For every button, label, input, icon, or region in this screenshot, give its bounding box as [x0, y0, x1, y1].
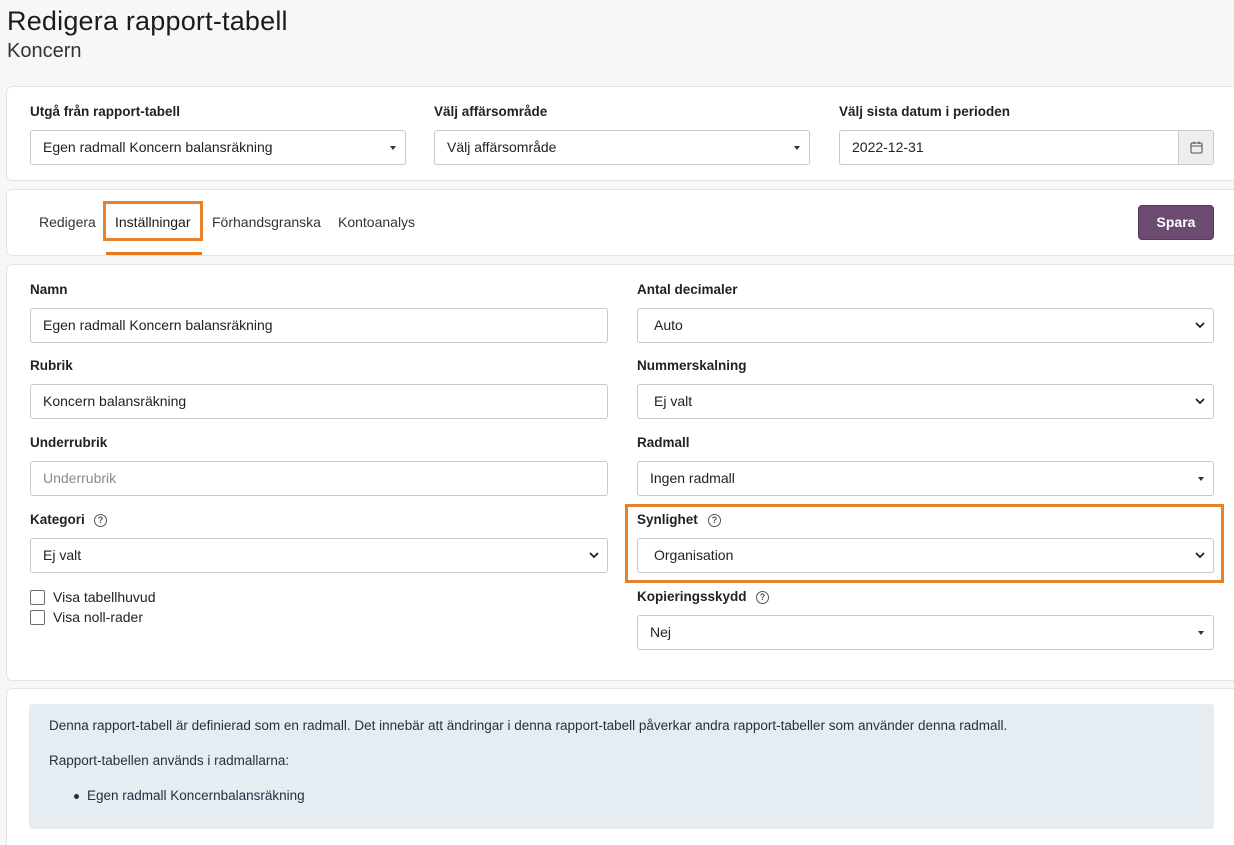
rubrik-label: Rubrik — [30, 358, 73, 373]
underrubrik-placeholder: Underrubrik — [43, 470, 117, 486]
info-line-2: Rapport-tabellen används i radmallarna: — [49, 753, 290, 768]
active-tab-indicator — [106, 252, 202, 255]
tab-kontoanalys[interactable]: Kontoanalys — [338, 214, 415, 230]
radmall-label: Radmall — [637, 435, 690, 450]
kopieringsskydd-value: Nej — [650, 624, 672, 640]
help-icon[interactable]: ? — [756, 591, 769, 604]
name-input[interactable]: Egen radmall Koncern balansräkning — [30, 308, 608, 343]
caret-down-icon — [1198, 477, 1204, 481]
tab-redigera[interactable]: Redigera — [39, 214, 96, 230]
page-title: Redigera rapport-tabell — [7, 6, 288, 36]
kategori-label: Kategori — [30, 512, 85, 527]
source-table-label: Utgå från rapport-tabell — [30, 104, 181, 119]
list-bullet — [74, 794, 79, 799]
visa-noll-rader-label: Visa noll-rader — [53, 609, 144, 625]
kategori-value: Ej valt — [43, 547, 82, 563]
kopieringsskydd-label: Kopieringsskydd — [637, 589, 747, 604]
name-label: Namn — [30, 282, 68, 297]
business-area-value: Välj affärsområde — [447, 139, 557, 155]
highlight-box-synlighet — [625, 504, 1224, 583]
nummerskalning-select[interactable]: Ej valt — [637, 384, 1214, 419]
calendar-button[interactable] — [1178, 131, 1213, 164]
decimaler-value: Auto — [654, 317, 683, 333]
business-area-label: Välj affärsområde — [434, 104, 548, 119]
rubrik-value: Koncern balansräkning — [43, 393, 187, 409]
info-line-1: Denna rapport-tabell är definierad som e… — [49, 718, 1008, 733]
underrubrik-label: Underrubrik — [30, 435, 108, 450]
source-table-select[interactable]: Egen radmall Koncern balansräkning — [30, 130, 406, 165]
caret-down-icon — [390, 146, 396, 150]
tab-forhandsgranska[interactable]: Förhandsgranska — [212, 214, 321, 230]
highlight-box-tab — [103, 201, 203, 241]
visa-tabellhuvud-checkbox[interactable] — [30, 590, 45, 605]
visa-noll-rader-checkbox[interactable] — [30, 610, 45, 625]
help-icon[interactable]: ? — [94, 514, 107, 527]
visa-tabellhuvud-label: Visa tabellhuvud — [53, 589, 156, 605]
caret-down-icon — [1198, 631, 1204, 635]
caret-down-icon — [794, 146, 800, 150]
business-area-select[interactable]: Välj affärsområde — [434, 130, 810, 165]
calendar-icon — [1190, 141, 1203, 154]
period-end-date-input[interactable]: 2022-12-31 — [839, 130, 1214, 165]
period-end-date-label: Välj sista datum i perioden — [839, 104, 1011, 119]
nummerskalning-label: Nummerskalning — [637, 358, 747, 373]
radmall-value: Ingen radmall — [650, 470, 735, 486]
nummerskalning-value: Ej valt — [654, 393, 693, 409]
rubrik-input[interactable]: Koncern balansräkning — [30, 384, 608, 419]
name-value: Egen radmall Koncern balansräkning — [43, 317, 273, 333]
chevron-down-icon — [1195, 398, 1205, 405]
list-item: Egen radmall Koncernbalansräkning — [87, 788, 305, 803]
source-table-value: Egen radmall Koncern balansräkning — [43, 139, 273, 155]
kopieringsskydd-select[interactable]: Nej — [637, 615, 1214, 650]
period-end-date-value: 2022-12-31 — [852, 139, 924, 155]
kategori-select[interactable]: Ej valt — [30, 538, 608, 573]
chevron-down-icon — [1195, 322, 1205, 329]
decimaler-select[interactable]: Auto — [637, 308, 1214, 343]
chevron-down-icon — [589, 552, 599, 559]
page-subtitle: Koncern — [7, 40, 82, 62]
radmall-select[interactable]: Ingen radmall — [637, 461, 1214, 496]
underrubrik-input[interactable]: Underrubrik — [30, 461, 608, 496]
decimaler-label: Antal decimaler — [637, 282, 738, 297]
save-button[interactable]: Spara — [1138, 205, 1214, 240]
